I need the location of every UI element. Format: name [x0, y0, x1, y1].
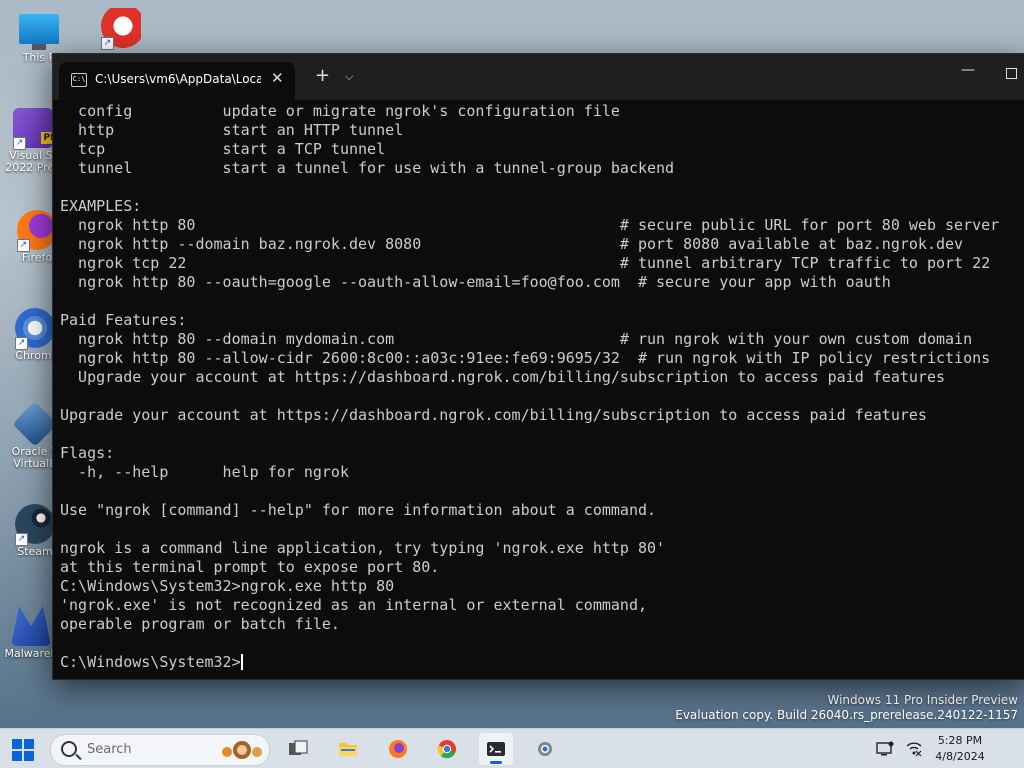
- start-button[interactable]: [12, 739, 34, 761]
- terminal-line: ngrok http 80 --domain mydomain.com # ru…: [60, 330, 973, 348]
- virtualbox-icon: [12, 401, 58, 447]
- terminal-line: ngrok tcp 22 # tunnel arbitrary TCP traf…: [60, 254, 991, 272]
- system-clock[interactable]: 5:28 PM 4/8/2024: [925, 733, 995, 765]
- terminal-icon: [487, 742, 505, 756]
- terminal-line: tcp start a TCP tunnel: [60, 140, 386, 158]
- shortcut-arrow-icon: ↗: [17, 239, 30, 252]
- folder-icon: [339, 743, 357, 756]
- terminal-line: ngrok is a command line application, try…: [60, 539, 666, 557]
- desktop-icon-ccleaner[interactable]: ↗: [92, 8, 150, 50]
- terminal-line: C:\Windows\System32>ngrok.exe http 80: [60, 577, 395, 595]
- monitor-icon: [19, 14, 59, 44]
- firefox-icon: [389, 740, 407, 758]
- taskbar-terminal[interactable]: [479, 733, 513, 765]
- prompt-text: C:\Windows\System32>: [60, 653, 241, 671]
- search-box[interactable]: Search: [50, 734, 270, 766]
- title-bar[interactable]: C:\ C:\Users\vm6\AppData\Local\ ✕ + ⌵ —: [53, 54, 1024, 100]
- terminal-line: -h, --help help for ngrok: [60, 463, 349, 481]
- malwarebytes-icon: [11, 606, 51, 646]
- taskbar-settings[interactable]: [528, 733, 562, 765]
- terminal-line: http start an HTTP tunnel: [60, 121, 404, 139]
- close-icon[interactable]: ✕: [271, 69, 284, 87]
- desktop-icon-label: Chromi: [15, 349, 55, 362]
- terminal-line: Paid Features:: [60, 311, 187, 329]
- maximize-button[interactable]: [1006, 68, 1017, 79]
- terminal-line: EXAMPLES:: [60, 197, 142, 215]
- active-indicator: [490, 761, 502, 764]
- new-tab-button[interactable]: +: [315, 67, 330, 85]
- firefox-icon: ↗: [17, 210, 57, 252]
- chevron-down-icon[interactable]: ⌵: [345, 70, 353, 84]
- search-highlight-icon: [222, 741, 262, 759]
- shortcut-arrow-icon: ↗: [15, 533, 28, 546]
- taskbar: Search 5:28 PM 4/8/2024: [0, 728, 1024, 768]
- minimize-button[interactable]: —: [961, 62, 975, 78]
- desktop-icon-label: Malwareb: [4, 647, 58, 660]
- terminal-line: Use "ngrok [command] --help" for more in…: [60, 501, 657, 519]
- watermark-build: Evaluation copy. Build 26040.rs_prerelea…: [675, 708, 1018, 722]
- clock-date: 4/8/2024: [935, 750, 985, 763]
- terminal-line: at this terminal prompt to expose port 8…: [60, 558, 440, 576]
- terminal-line: config update or migrate ngrok's configu…: [60, 102, 620, 120]
- watermark-edition: Windows 11 Pro Insider Preview: [827, 693, 1018, 707]
- taskbar-file-explorer[interactable]: [331, 733, 365, 765]
- taskbar-task-view[interactable]: [281, 733, 315, 765]
- gear-icon: [538, 742, 552, 756]
- cmd-icon: C:\: [71, 73, 87, 87]
- ccleaner-icon: ↗: [101, 8, 141, 50]
- prompt-line: C:\Windows\System32>: [60, 653, 1020, 672]
- terminal-window[interactable]: C:\ C:\Users\vm6\AppData\Local\ ✕ + ⌵ — …: [52, 53, 1024, 680]
- desktop-icon-label: Steam: [17, 545, 53, 558]
- windows-logo-icon: [12, 739, 22, 749]
- terminal-line: operable program or batch file.: [60, 615, 340, 633]
- task-view-icon: [289, 740, 308, 755]
- terminal-tab[interactable]: C:\ C:\Users\vm6\AppData\Local\ ✕: [59, 62, 295, 100]
- desktop-icon-label: Firefo: [21, 251, 53, 264]
- terminal-line: Upgrade your account at https://dashboar…: [60, 406, 927, 424]
- network-icon[interactable]: [905, 740, 923, 758]
- taskbar-firefox[interactable]: [381, 733, 415, 765]
- chrome-icon: [437, 740, 456, 759]
- terminal-line: ngrok http 80 --oauth=google --oauth-all…: [60, 273, 891, 291]
- search-icon: [61, 741, 77, 757]
- windows-watermark: Windows 11 Pro Insider Preview Evaluatio…: [675, 693, 1018, 723]
- terminal-output[interactable]: config update or migrate ngrok's configu…: [60, 102, 1020, 674]
- display-icon[interactable]: [876, 740, 894, 758]
- visual-studio-icon: PR ↗: [13, 108, 59, 150]
- terminal-line: tunnel start a tunnel for use with a tun…: [60, 159, 675, 177]
- terminal-line: ngrok http 80 --allow-cidr 2600:8c00::a0…: [60, 349, 991, 367]
- terminal-line: Upgrade your account at https://dashboar…: [60, 368, 946, 386]
- taskbar-chrome[interactable]: [430, 733, 464, 765]
- search-placeholder: Search: [87, 742, 132, 757]
- steam-icon: ↗: [15, 504, 55, 546]
- text-cursor: [240, 654, 243, 670]
- terminal-line: 'ngrok.exe' is not recognized as an inte…: [60, 596, 647, 614]
- shortcut-arrow-icon: ↗: [13, 137, 26, 150]
- shortcut-arrow-icon: ↗: [101, 37, 114, 50]
- terminal-line: Flags:: [60, 444, 115, 462]
- tab-title: C:\Users\vm6\AppData\Local\: [95, 72, 261, 86]
- terminal-line: ngrok http --domain baz.ngrok.dev 8080 #…: [60, 235, 964, 253]
- shortcut-arrow-icon: ↗: [15, 337, 28, 350]
- terminal-line: ngrok http 80 # secure public URL for po…: [60, 216, 1000, 234]
- desktop-icon-label: This P: [22, 51, 56, 64]
- chromium-icon: ↗: [15, 308, 55, 350]
- clock-time: 5:28 PM: [937, 734, 983, 747]
